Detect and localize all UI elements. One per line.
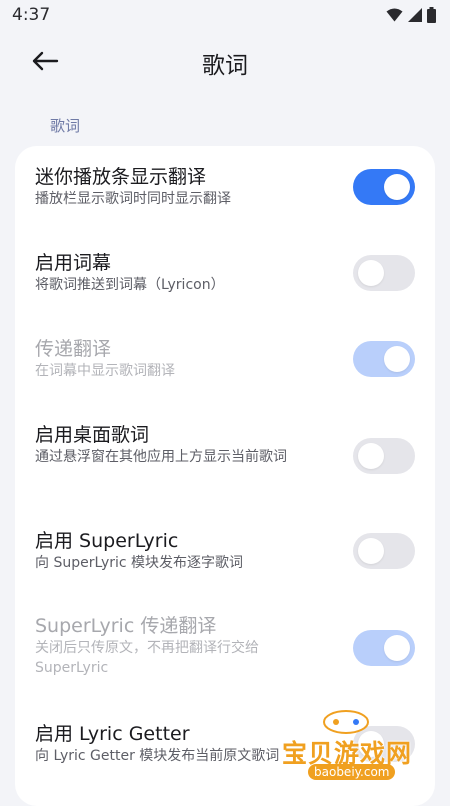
watermark-url: baobeiy.com: [308, 764, 396, 780]
signal-icon: [408, 8, 422, 22]
setting-summary: 播放栏显示歌词时同时显示翻译: [35, 191, 231, 207]
setting-text: 启用词幕 将歌词推送到词幕（Lyricon）: [35, 251, 335, 295]
setting-summary: 在词幕中显示歌词翻译: [35, 363, 175, 379]
setting-row-superlyric[interactable]: 启用 SuperLyric 向 SuperLyric 模块发布逐字歌词: [15, 504, 435, 589]
switch-knob: [358, 260, 384, 286]
setting-row-pass-translation: 传递翻译 在词幕中显示歌词翻译: [15, 315, 435, 401]
setting-title: 迷你播放条显示翻译: [35, 166, 207, 188]
status-bar: 4:37: [0, 0, 450, 32]
toggle-switch-superlyric[interactable]: [353, 533, 415, 569]
switch-knob: [358, 443, 384, 469]
wifi-icon: [386, 8, 403, 22]
toggle-switch-desktop-lyrics[interactable]: [353, 438, 415, 474]
setting-title: SuperLyric 传递翻译: [35, 615, 217, 637]
toggle-switch-pass-translation: [353, 341, 415, 377]
setting-title: 启用桌面歌词: [35, 424, 150, 446]
setting-text: 启用 SuperLyric 向 SuperLyric 模块发布逐字歌词: [35, 529, 335, 573]
setting-summary: 向 SuperLyric 模块发布逐字歌词: [35, 555, 244, 571]
setting-text: 启用桌面歌词 通过悬浮窗在其他应用上方显示当前歌词: [35, 423, 335, 467]
app-bar: 歌词: [0, 32, 450, 90]
setting-row-superlyric-translation: SuperLyric 传递翻译 关闭后只传原文，不再把翻译行交给 SuperLy…: [15, 589, 435, 698]
switch-knob: [384, 174, 410, 200]
setting-title: 传递翻译: [35, 338, 112, 360]
setting-summary: 关闭后只传原文，不再把翻译行交给 SuperLyric: [35, 640, 259, 676]
setting-title: 启用 SuperLyric: [35, 530, 179, 552]
toggle-switch-lyricon[interactable]: [353, 255, 415, 291]
section-header: 歌词: [50, 117, 81, 135]
switch-knob: [384, 635, 410, 661]
setting-text: 传递翻译 在词幕中显示歌词翻译: [35, 337, 335, 381]
status-time: 4:37: [12, 5, 51, 25]
setting-text: SuperLyric 传递翻译 关闭后只传原文，不再把翻译行交给 SuperLy…: [35, 614, 335, 678]
switch-knob: [358, 538, 384, 564]
toggle-switch-mini-player-translation[interactable]: [353, 169, 415, 205]
setting-row-desktop-lyrics[interactable]: 启用桌面歌词 通过悬浮窗在其他应用上方显示当前歌词: [15, 401, 435, 504]
status-icons: [386, 7, 436, 23]
battery-icon: [427, 7, 436, 23]
setting-summary: 通过悬浮窗在其他应用上方显示当前歌词: [35, 449, 287, 465]
setting-summary: 将歌词推送到词幕（Lyricon）: [35, 277, 225, 293]
setting-text: 迷你播放条显示翻译 播放栏显示歌词时同时显示翻译: [35, 165, 335, 209]
gamepad-icon: [323, 710, 369, 734]
setting-title: 启用词幕: [35, 252, 112, 274]
watermark-logo: 宝贝游戏网 baobeiy.com: [272, 704, 442, 794]
setting-row-lyricon[interactable]: 启用词幕 将歌词推送到词幕（Lyricon）: [15, 229, 435, 315]
setting-row-mini-player-translation[interactable]: 迷你播放条显示翻译 播放栏显示歌词时同时显示翻译: [15, 146, 435, 229]
switch-knob: [384, 346, 410, 372]
toggle-switch-superlyric-translation: [353, 630, 415, 666]
page-title: 歌词: [202, 53, 248, 79]
